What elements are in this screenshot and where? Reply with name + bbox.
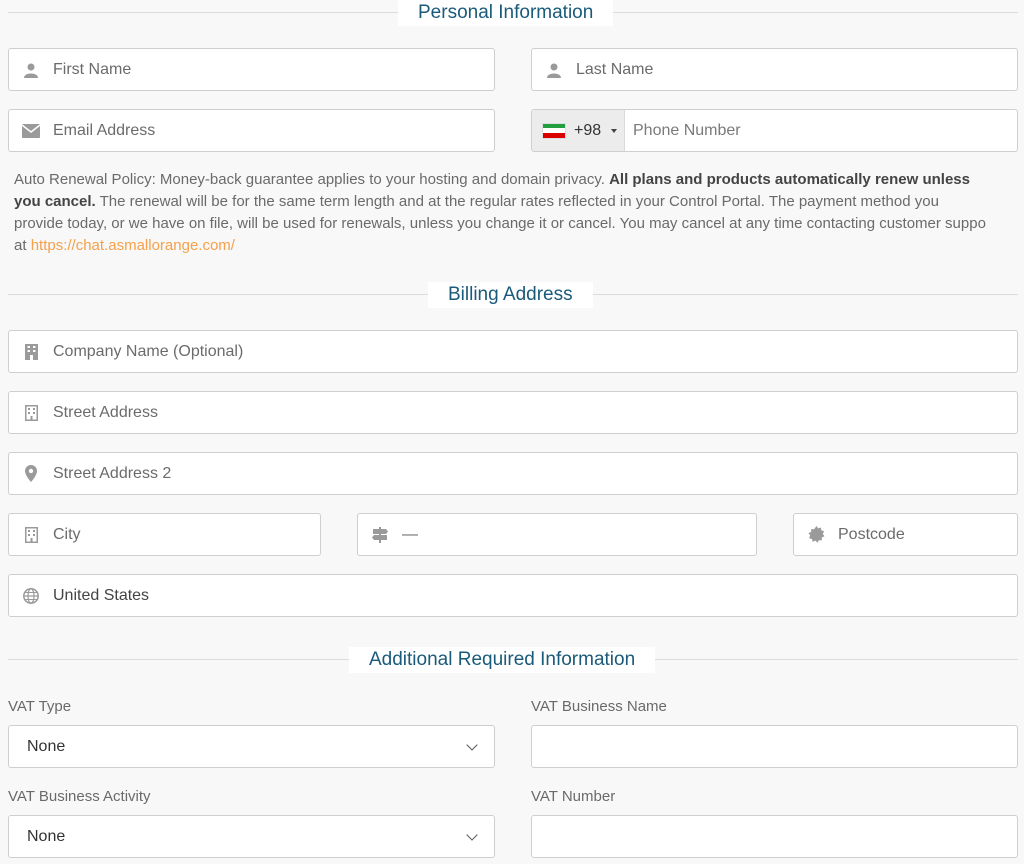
vat-business-name-input[interactable]: [531, 725, 1018, 768]
iran-flag-icon: [542, 122, 566, 139]
street-placeholder: Street Address: [53, 403, 158, 421]
policy-text: at: [14, 237, 31, 254]
chevron-down-icon: [466, 738, 478, 751]
policy-intro: Auto Renewal Policy: Money-back guarante…: [14, 171, 610, 188]
city-field[interactable]: City: [8, 513, 321, 556]
email-placeholder: Email Address: [53, 121, 156, 139]
policy-bold: All plans and products automatically ren…: [609, 171, 970, 188]
vat-type-value: None: [27, 737, 66, 755]
country-code-dropdown[interactable]: +98: [532, 110, 625, 151]
vat-business-name-label: VAT Business Name: [531, 698, 667, 715]
support-link[interactable]: https://chat.asmallorange.com/: [31, 237, 235, 254]
caret-down-icon: [611, 128, 618, 133]
postcode-placeholder: Postcode: [838, 525, 905, 543]
policy-text: provide today, or we have on file, will …: [14, 215, 986, 232]
section-title: Additional Required Information: [349, 647, 656, 673]
state-value: —: [402, 525, 418, 543]
section-title: Billing Address: [428, 282, 593, 308]
vat-business-activity-select[interactable]: None: [8, 815, 495, 858]
first-name-field[interactable]: First Name: [8, 48, 495, 91]
building-icon: [9, 514, 53, 555]
vat-type-select[interactable]: None: [8, 725, 495, 768]
street2-placeholder: Street Address 2: [53, 464, 172, 482]
signpost-icon: [358, 514, 402, 555]
country-code: +98: [574, 121, 602, 139]
street-address-2-field[interactable]: Street Address 2: [8, 452, 1018, 495]
chevron-down-icon: [466, 828, 478, 841]
globe-icon: [9, 575, 53, 616]
building-icon: [9, 331, 53, 372]
email-field[interactable]: Email Address: [8, 109, 495, 152]
building-icon: [9, 392, 53, 433]
map-marker-icon: [9, 453, 53, 494]
vat-number-input[interactable]: [531, 815, 1018, 858]
last-name-field[interactable]: Last Name: [531, 48, 1018, 91]
country-field[interactable]: United States: [8, 574, 1018, 617]
phone-field[interactable]: +98 Phone Number: [531, 109, 1018, 152]
user-icon: [9, 49, 53, 90]
section-title: Personal Information: [398, 0, 614, 26]
envelope-icon: [9, 110, 53, 151]
last-name-placeholder: Last Name: [576, 60, 654, 78]
vat-activity-value: None: [27, 827, 66, 845]
phone-placeholder: Phone Number: [633, 121, 741, 139]
vat-business-activity-label: VAT Business Activity: [8, 788, 151, 805]
state-field[interactable]: —: [357, 513, 757, 556]
user-icon: [532, 49, 576, 90]
company-placeholder: Company Name (Optional): [53, 342, 244, 360]
country-value: United States: [53, 586, 150, 604]
postcode-field[interactable]: Postcode: [793, 513, 1018, 556]
billing-address-section: Billing Address: [8, 282, 1018, 308]
additional-info-section: Additional Required Information: [8, 647, 1018, 673]
street-address-field[interactable]: Street Address: [8, 391, 1018, 434]
company-name-field[interactable]: Company Name (Optional): [8, 330, 1018, 373]
policy-text: The renewal will be for the same term le…: [95, 193, 939, 210]
personal-information-section: Personal Information: [8, 0, 1018, 26]
vat-number-label: VAT Number: [531, 788, 616, 805]
vat-type-label: VAT Type: [8, 698, 72, 715]
certificate-icon: [794, 514, 838, 555]
policy-bold: you cancel.: [14, 193, 96, 210]
first-name-placeholder: First Name: [53, 60, 132, 78]
city-placeholder: City: [53, 525, 81, 543]
auto-renewal-policy: Auto Renewal Policy: Money-back guarante…: [14, 169, 1024, 257]
